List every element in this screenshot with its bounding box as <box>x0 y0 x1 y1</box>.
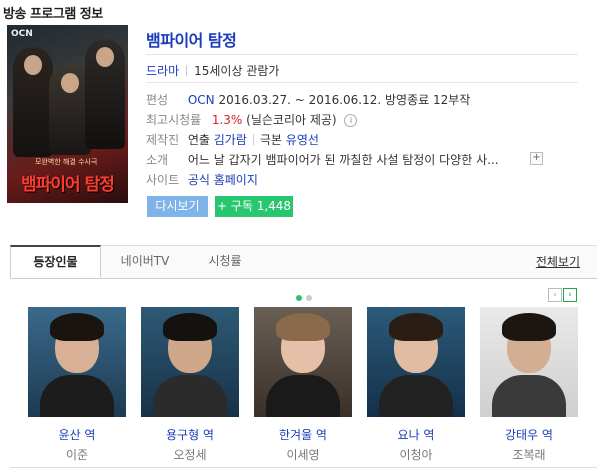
director-label: 연출 <box>187 133 210 147</box>
divider <box>10 467 597 468</box>
writer-label: 극본 <box>259 133 282 147</box>
divider <box>252 134 254 145</box>
actor-name[interactable]: 조복래 <box>480 446 578 463</box>
actor-photo[interactable] <box>254 307 352 417</box>
chevron-left-icon[interactable]: ‹ <box>548 288 562 302</box>
photo-hair <box>502 313 556 341</box>
view-all-link[interactable]: 전체보기 <box>536 253 580 270</box>
genre-row: 드라마 15세이상 관람가 <box>146 62 279 79</box>
max-rating-label: 최고시청률 <box>146 113 202 127</box>
photo-body <box>266 375 340 417</box>
poster-title: 뱀파이어 탐정 <box>21 175 115 195</box>
tab-bar: 등장인물 네이버TV 시청률 <box>10 245 597 279</box>
expand-plus-icon[interactable]: + <box>530 152 543 165</box>
poster-tagline: 모완벽한 해결 수사극 <box>35 158 98 166</box>
photo-hair <box>389 313 443 341</box>
actor-name[interactable]: 이청아 <box>367 446 465 463</box>
broadcast-row: 편성 OCN 2016.03.27. ~ 2016.06.12. 방영종료 12… <box>146 91 470 108</box>
character-role[interactable]: 한겨울 역 <box>254 426 352 443</box>
watch-again-button[interactable]: 다시보기 <box>147 196 208 217</box>
cast-card[interactable]: 용구형 역 오정세 <box>141 307 239 463</box>
photo-body <box>492 375 566 417</box>
divider <box>186 65 188 76</box>
divider <box>146 82 578 83</box>
subscribe-button[interactable]: + 구독 1,448 <box>215 196 293 217</box>
broadcast-period: 2016.03.27. ~ 2016.06.12. 방영종료 12부작 <box>218 93 471 107</box>
photo-hair <box>276 313 330 341</box>
synopsis-row: 소개 어느 날 갑자기 뱀파이어가 된 까칠한 사설 탐정이 다양한 사... <box>146 151 499 168</box>
photo-hair <box>163 313 217 341</box>
chevron-right-icon[interactable]: › <box>563 288 577 302</box>
staff-label: 제작진 <box>146 133 180 147</box>
photo-body <box>153 375 227 417</box>
official-site-link[interactable]: 공식 홈페이지 <box>188 173 258 187</box>
director-link[interactable]: 김가람 <box>214 133 247 147</box>
actor-photo[interactable] <box>28 307 126 417</box>
site-row: 사이트 공식 홈페이지 <box>146 171 258 188</box>
carousel-pagination <box>296 290 316 304</box>
poster-face <box>96 47 114 67</box>
divider <box>146 54 578 55</box>
actor-name[interactable]: 이세영 <box>254 446 352 463</box>
character-role[interactable]: 용구형 역 <box>141 426 239 443</box>
photo-body <box>40 375 114 417</box>
actor-name[interactable]: 오정세 <box>141 446 239 463</box>
staff-row: 제작진 연출 김가람 극본 유영선 <box>146 131 319 148</box>
info-icon[interactable]: i <box>344 114 358 127</box>
tab-cast[interactable]: 등장인물 <box>10 245 101 278</box>
character-role[interactable]: 요나 역 <box>367 426 465 443</box>
writer-link[interactable]: 유영선 <box>286 133 319 147</box>
site-label: 사이트 <box>146 173 180 187</box>
program-poster[interactable]: OCN 모완벽한 해결 수사극 뱀파이어 탐정 <box>7 25 128 203</box>
age-rating: 15세이상 관람가 <box>194 64 280 78</box>
rating-source: (닐슨코리아 제공) <box>246 113 337 127</box>
genre-link[interactable]: 드라마 <box>146 64 179 78</box>
character-role[interactable]: 윤산 역 <box>28 426 126 443</box>
program-title[interactable]: 뱀파이어 탐정 <box>146 27 237 51</box>
tab-ratings[interactable]: 시청률 <box>195 246 255 278</box>
page-dot-active[interactable] <box>296 295 302 301</box>
character-role[interactable]: 강태우 역 <box>480 426 578 443</box>
cast-card[interactable]: 한겨울 역 이세영 <box>254 307 352 463</box>
actor-photo[interactable] <box>141 307 239 417</box>
photo-hair <box>50 313 104 341</box>
broadcast-label: 편성 <box>146 93 169 107</box>
page-heading: 방송 프로그램 정보 <box>3 7 103 22</box>
synopsis-text: 어느 날 갑자기 뱀파이어가 된 까칠한 사설 탐정이 다양한 사... <box>187 153 499 167</box>
tab-navertv[interactable]: 네이버TV <box>110 246 180 278</box>
actor-name[interactable]: 이준 <box>28 446 126 463</box>
channel-link[interactable]: OCN <box>188 93 215 107</box>
actor-photo[interactable] <box>367 307 465 417</box>
max-rating-value: 1.3% <box>211 113 243 127</box>
synopsis-label: 소개 <box>146 153 169 167</box>
cast-card[interactable]: 강태우 역 조복래 <box>480 307 578 463</box>
photo-body <box>379 375 453 417</box>
page-dot[interactable] <box>306 295 312 301</box>
actor-photo[interactable] <box>480 307 578 417</box>
cast-card[interactable]: 윤산 역 이준 <box>28 307 126 463</box>
rating-row: 최고시청률 1.3% (닐슨코리아 제공) i <box>146 111 358 128</box>
channel-logo: OCN <box>11 29 33 39</box>
cast-card[interactable]: 요나 역 이청아 <box>367 307 465 463</box>
poster-face <box>24 55 42 75</box>
poster-face <box>61 73 79 93</box>
